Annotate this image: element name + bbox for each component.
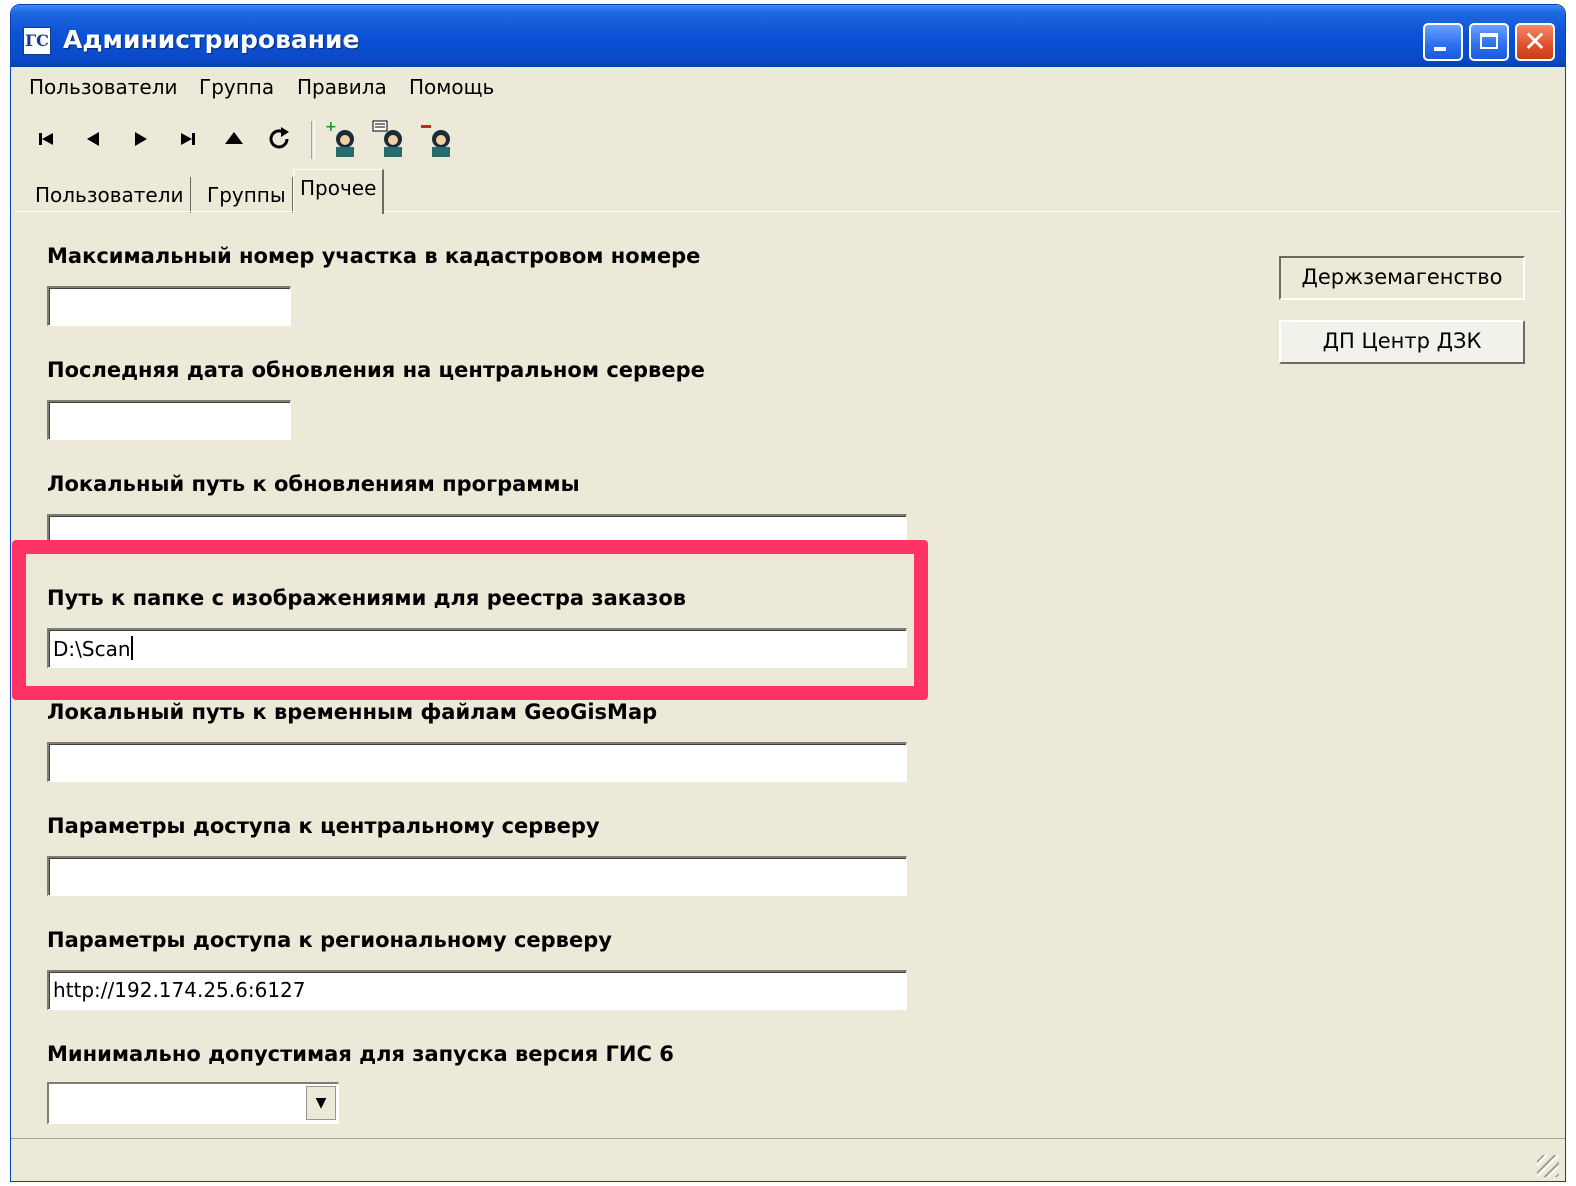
dp-center-dzk-button[interactable]: ДП Центр ДЗК [1279, 320, 1525, 364]
minimize-icon [1434, 47, 1446, 51]
max-parcel-input[interactable] [47, 286, 291, 326]
central-server-input[interactable] [47, 856, 907, 896]
text-caret [130, 636, 133, 660]
title-bar[interactable]: ГС Администрирование ✕ [11, 5, 1565, 67]
tab-other[interactable]: Прочее [293, 169, 385, 214]
status-bar [11, 1138, 1565, 1181]
dropdown-arrow-icon[interactable]: ▼ [306, 1086, 336, 1120]
first-record-icon[interactable] [31, 123, 65, 155]
tab-users[interactable]: Пользователи [29, 177, 191, 213]
minimize-button[interactable] [1423, 23, 1463, 61]
menu-help[interactable]: Помощь [409, 75, 494, 99]
menu-bar: Пользователи Группа Правила Помощь [11, 67, 1565, 109]
min-gis-version-select[interactable]: ▼ [47, 1082, 339, 1124]
field-label-last-update: Последняя дата обновления на центральном… [47, 358, 705, 382]
maximize-button[interactable] [1469, 23, 1509, 61]
last-update-input[interactable] [47, 400, 291, 440]
tab-groups[interactable]: Группы [201, 177, 293, 213]
field-label-max-parcel: Максимальный номер участка в кадастровом… [47, 244, 701, 268]
delete-user-icon[interactable] [419, 119, 459, 161]
field-label-central-server: Параметры доступа к центральному серверу [47, 814, 600, 838]
field-label-regional-server: Параметры доступа к региональному сервер… [47, 928, 612, 952]
other-tab-panel: Максимальный номер участка в кадастровом… [15, 211, 1561, 1140]
svg-text:+: + [325, 119, 337, 135]
close-icon: ✕ [1523, 25, 1547, 58]
maximize-icon [1480, 33, 1498, 49]
images-path-input[interactable]: D:\Scan [47, 628, 907, 668]
temp-path-input[interactable] [47, 742, 907, 782]
local-update-path-input[interactable] [47, 514, 907, 554]
field-label-images-path: Путь к папке с изображениями для реестра… [47, 586, 687, 610]
derzhzem-button[interactable]: Держземагенство [1279, 256, 1525, 300]
prev-record-icon[interactable] [77, 123, 111, 155]
window-title: Администрирование [63, 25, 360, 54]
toolbar-separator [311, 121, 315, 159]
toolbar: + [11, 111, 1565, 167]
field-label-local-update-path: Локальный путь к обновлениям программы [47, 472, 580, 496]
menu-users[interactable]: Пользователи [29, 75, 178, 99]
menu-rules[interactable]: Правила [297, 75, 387, 99]
field-label-temp-path: Локальный путь к временным файлам GeoGis… [47, 700, 658, 724]
close-button[interactable]: ✕ [1515, 23, 1555, 61]
refresh-icon[interactable] [263, 123, 297, 155]
add-user-icon[interactable]: + [323, 119, 363, 161]
regional-server-input[interactable]: http://192.174.25.6:6127 [47, 970, 907, 1010]
app-icon: ГС [23, 27, 51, 55]
up-icon[interactable] [217, 123, 251, 155]
last-record-icon[interactable] [169, 123, 203, 155]
images-path-value: D:\Scan [53, 637, 131, 661]
tab-strip: Пользователи Группы Прочее [11, 167, 1565, 214]
field-label-min-gis-version: Минимально допустимая для запуска версия… [47, 1042, 674, 1066]
next-record-icon[interactable] [123, 123, 157, 155]
resize-grip-icon[interactable] [1537, 1155, 1559, 1177]
admin-window: ГС Администрирование ✕ Пользователи Груп… [10, 4, 1566, 1182]
edit-user-icon[interactable] [371, 119, 411, 161]
menu-group[interactable]: Группа [199, 75, 274, 99]
